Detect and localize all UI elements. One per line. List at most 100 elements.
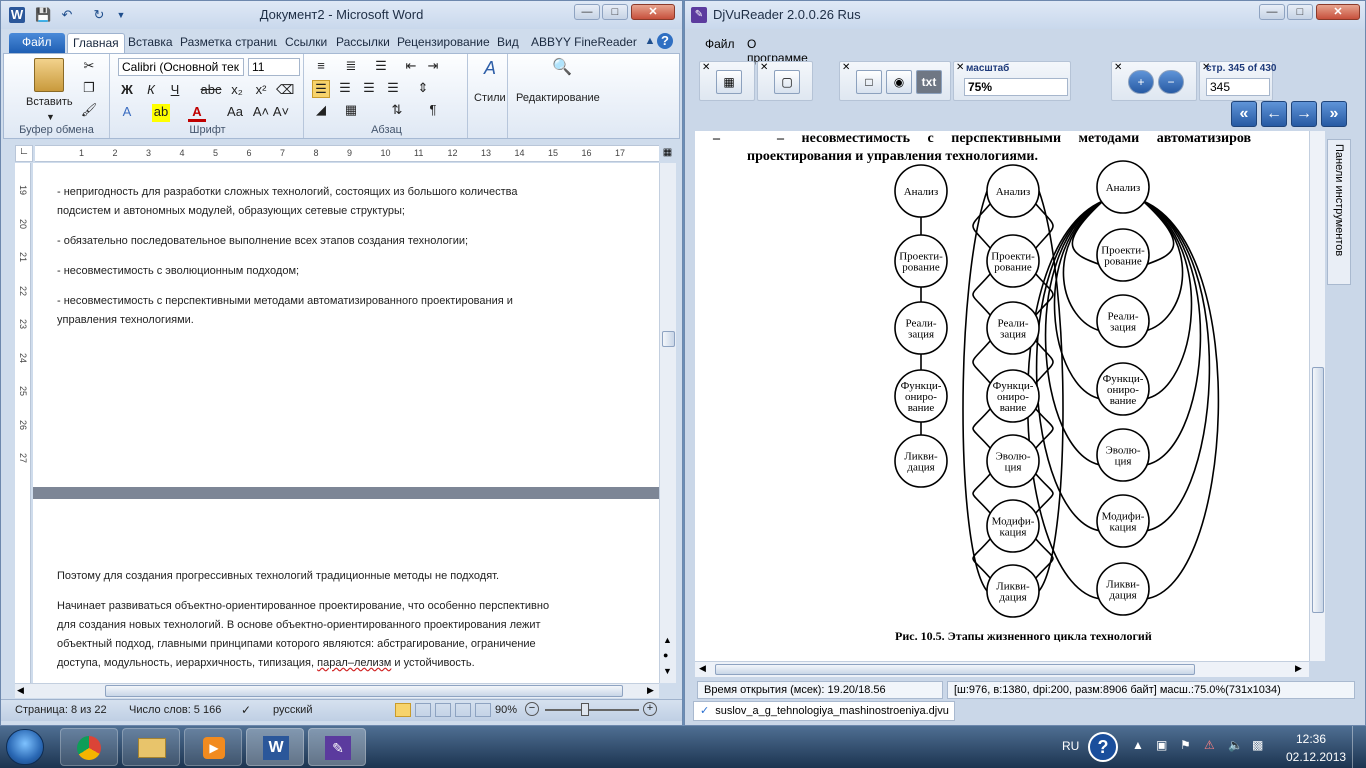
shading-icon[interactable]: ◢	[312, 102, 330, 120]
align-right-icon[interactable]: ☰	[360, 80, 378, 98]
horizontal-scrollbar[interactable]: ◀ ▶	[15, 683, 659, 698]
next-page-icon[interactable]: →	[1291, 101, 1317, 127]
print-layout-icon[interactable]	[395, 703, 411, 717]
tab-references[interactable]: Ссылки	[280, 33, 332, 53]
horizontal-ruler[interactable]: 1 2 3 4 5 6 7 8 9 10 11 12 13 14 15 16 17	[35, 145, 659, 162]
scroll-left-icon[interactable]: ◀	[17, 685, 24, 696]
taskbar-media-player[interactable]: ▶	[184, 728, 242, 766]
show-desktop-button[interactable]	[1352, 726, 1366, 768]
select-image-icon[interactable]: ◉	[886, 70, 912, 94]
language[interactable]: русский	[273, 704, 312, 716]
zoom-in-icon[interactable]: +	[643, 702, 657, 716]
font-size-select[interactable]: 11	[248, 58, 300, 76]
djvu-vscroll[interactable]	[1309, 131, 1325, 661]
show-formatting-icon[interactable]: ¶	[424, 102, 442, 120]
clock-time[interactable]: 12:36	[1296, 732, 1326, 746]
underline-icon[interactable]: Ч	[166, 82, 184, 100]
prev-page-icon[interactable]: ←	[1261, 101, 1287, 127]
close-button[interactable]: ✕	[631, 4, 675, 20]
layout-icon[interactable]: ▦	[716, 70, 742, 94]
format-painter-icon[interactable]: 🖌	[80, 102, 98, 120]
close-button[interactable]: ✕	[1316, 4, 1360, 20]
increase-indent-icon[interactable]: ⇥	[424, 58, 442, 76]
superscript-icon[interactable]: x²	[252, 82, 270, 100]
maximize-button[interactable]: □	[602, 4, 628, 20]
flag-icon[interactable]: ⚑	[1180, 738, 1191, 752]
zoom-level[interactable]: 90%	[495, 704, 517, 716]
scroll-right-icon[interactable]: ▶	[647, 685, 654, 696]
font-name-select[interactable]: Calibri (Основной тек	[118, 58, 244, 76]
djvu-hscroll-thumb[interactable]	[715, 664, 1195, 675]
paste-icon[interactable]	[34, 58, 64, 92]
decrease-indent-icon[interactable]: ⇤	[402, 58, 420, 76]
bullets-icon[interactable]: ≡	[312, 58, 330, 76]
tab-view[interactable]: Вид	[492, 33, 524, 53]
close-toolbar-icon[interactable]: ✕	[702, 62, 710, 73]
prev-page-icon[interactable]: ▲	[663, 635, 672, 645]
clock-date[interactable]: 02.12.2013	[1286, 750, 1346, 764]
help-icon[interactable]: ?	[657, 33, 673, 49]
scroll-right-icon[interactable]: ▶	[1295, 663, 1302, 674]
subscript-icon[interactable]: x₂	[228, 82, 246, 100]
proofing-icon[interactable]: ✓	[241, 703, 251, 717]
tab-review[interactable]: Рецензирование	[392, 33, 495, 53]
vertical-ruler[interactable]: 19 20 21 22 23 24 25 26 27	[15, 163, 31, 683]
browse-object-icon[interactable]: ●	[663, 650, 668, 660]
tab-file[interactable]: Файл	[9, 33, 65, 53]
font-color-icon[interactable]: A	[188, 104, 206, 122]
close-toolbar-icon[interactable]: ✕	[760, 62, 768, 73]
vertical-scrollbar[interactable]: ▲ ● ▼	[659, 163, 676, 683]
taskbar-chrome[interactable]	[60, 728, 118, 766]
clear-format-icon[interactable]: ⌫	[276, 82, 294, 100]
highlight-icon[interactable]: ab	[152, 104, 170, 122]
change-case-icon[interactable]: Aa	[224, 104, 246, 122]
copy-icon[interactable]: ❐	[80, 80, 98, 98]
djvu-app-icon[interactable]: ✎	[691, 7, 707, 23]
web-layout-icon[interactable]	[435, 703, 451, 717]
minimize-button[interactable]: —	[1259, 4, 1285, 20]
justify-icon[interactable]: ☰	[384, 80, 402, 98]
tab-home[interactable]: Главная	[67, 33, 125, 53]
close-toolbar-icon[interactable]: ✕	[956, 62, 964, 73]
language-indicator[interactable]: RU	[1062, 739, 1079, 753]
tab-abbyy[interactable]: ABBYY FineReader	[526, 33, 642, 53]
bold-icon[interactable]: Ж	[118, 82, 136, 100]
tab-selector-icon[interactable]: ∟	[15, 145, 33, 162]
outline-icon[interactable]	[455, 703, 471, 717]
tray-app-icon[interactable]: ▣	[1156, 738, 1167, 752]
close-toolbar-icon[interactable]: ✕	[842, 62, 850, 73]
volume-icon[interactable]: 🔈	[1228, 738, 1243, 752]
zoom-out-icon[interactable]: −	[1158, 70, 1184, 94]
taskbar-explorer[interactable]	[122, 728, 180, 766]
help-tray-icon[interactable]: ?	[1088, 732, 1118, 762]
styles-label[interactable]: Стили	[474, 92, 506, 104]
hscroll-thumb[interactable]	[105, 685, 623, 697]
page-select[interactable]: 345	[1206, 78, 1270, 96]
tab-insert[interactable]: Вставка	[123, 33, 178, 53]
page-mode-icon[interactable]: ▢	[774, 70, 800, 94]
collapse-ribbon-icon[interactable]: ▲	[642, 33, 658, 49]
zoom-in-icon[interactable]: +	[1128, 70, 1154, 94]
scroll-thumb[interactable]	[662, 331, 675, 347]
network-icon[interactable]: ▩	[1252, 738, 1263, 752]
maximize-button[interactable]: □	[1287, 4, 1313, 20]
tray-warning-icon[interactable]: ⚠	[1204, 738, 1215, 752]
file-tab[interactable]: ✓ suslov_a_g_tehnologiya_mashinostroeniya…	[693, 701, 955, 721]
text-effects-icon[interactable]: A	[118, 104, 136, 122]
taskbar-word[interactable]: W	[246, 728, 304, 766]
taskbar-djvureader[interactable]: ✎	[308, 728, 366, 766]
djvu-vscroll-thumb[interactable]	[1312, 367, 1324, 613]
shrink-font-icon[interactable]: A˅	[272, 104, 290, 122]
page-count[interactable]: Страница: 8 из 22	[15, 704, 107, 716]
document-area[interactable]: - непригодность для разработки сложных т…	[33, 163, 659, 683]
next-page-icon[interactable]: ▼	[663, 666, 672, 676]
align-left-icon[interactable]: ☰	[312, 80, 330, 98]
tab-mailings[interactable]: Рассылки	[331, 33, 395, 53]
tab-layout[interactable]: Разметка страниц	[175, 33, 277, 53]
start-button[interactable]	[6, 729, 44, 765]
find-icon[interactable]: 🔍	[550, 60, 574, 84]
djvu-page-view[interactable]: – – несовместимость с перспективными мет…	[695, 131, 1309, 661]
full-screen-icon[interactable]	[415, 703, 431, 717]
misspelled-word[interactable]: парал–лелизм	[317, 657, 391, 669]
draft-icon[interactable]	[475, 703, 491, 717]
